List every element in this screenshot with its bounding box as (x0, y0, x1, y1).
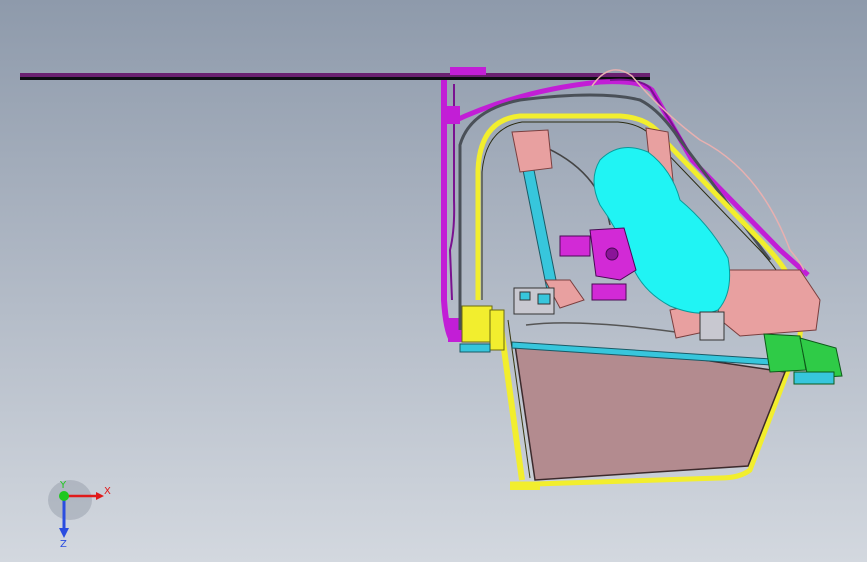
lower-sill[interactable] (459, 343, 491, 353)
window-glass[interactable] (514, 344, 787, 481)
y-axis-dot (59, 491, 69, 501)
cad-viewport[interactable]: X Y Z (0, 0, 867, 562)
x-axis-label: X (104, 486, 111, 497)
door-assembly-model[interactable] (0, 0, 867, 562)
axis-triad: X Y Z (48, 480, 111, 548)
z-axis-label: Z (60, 539, 67, 548)
roof-rail[interactable] (20, 67, 650, 80)
hinge-block[interactable] (461, 305, 505, 351)
y-axis-label: Y (59, 480, 67, 491)
